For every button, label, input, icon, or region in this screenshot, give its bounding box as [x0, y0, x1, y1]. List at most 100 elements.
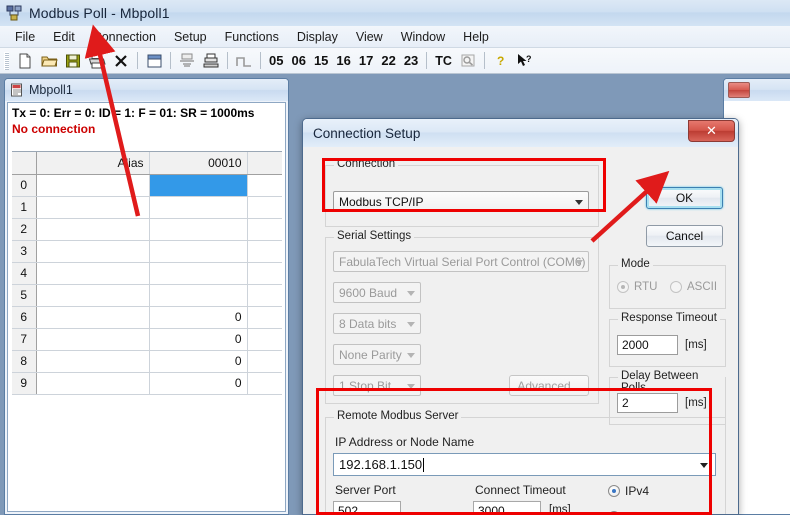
table-row[interactable]: 2 [12, 218, 282, 240]
row-index: 9 [12, 372, 36, 394]
function-code-05[interactable]: 05 [265, 53, 287, 68]
svg-text:?: ? [497, 54, 504, 68]
function-code-17[interactable]: 17 [355, 53, 377, 68]
test-center-button[interactable]: TC [431, 54, 456, 68]
table-row[interactable]: 4 [12, 262, 282, 284]
cell-value-selected[interactable] [149, 174, 247, 196]
connection-type-dropdown[interactable]: Modbus TCP/IP [333, 191, 589, 212]
toolbar-separator [170, 52, 171, 69]
chevron-down-icon[interactable] [700, 463, 708, 468]
ok-button[interactable]: OK [646, 187, 723, 209]
table-row[interactable]: 0 [12, 174, 282, 196]
mode-rtu-radio[interactable]: RTU [617, 281, 657, 293]
poll-definition-icon[interactable] [199, 50, 223, 72]
delay-between-polls-value: 2 [622, 396, 629, 410]
table-row[interactable]: 9 0 [12, 372, 282, 394]
mode-group-label: Mode [618, 258, 653, 270]
response-timeout-input[interactable]: 2000 [617, 335, 678, 355]
cell-alias[interactable] [36, 284, 149, 306]
cell-alias[interactable] [36, 372, 149, 394]
modbus-poll-window: Modbus Poll - Mbpoll1 File Edit Connecti… [0, 0, 790, 515]
baud-rate-dropdown[interactable]: 9600 Baud [333, 282, 421, 303]
print-icon[interactable] [85, 50, 109, 72]
function-code-16[interactable]: 16 [332, 53, 354, 68]
cell-value[interactable]: 0 [149, 328, 247, 350]
table-row[interactable]: 8 0 [12, 350, 282, 372]
stop-bits-dropdown[interactable]: 1 Stop Bit [333, 375, 421, 396]
cell-value[interactable]: 0 [149, 372, 247, 394]
signal-icon[interactable] [232, 50, 256, 72]
text-caret [423, 458, 424, 472]
connection-setup-dialog[interactable]: Connection Setup ✕ Connection Modbus TCP… [302, 118, 739, 515]
header-alias[interactable]: Alias [36, 152, 149, 174]
row-index: 8 [12, 350, 36, 372]
cell-value[interactable]: 0 [149, 350, 247, 372]
table-row[interactable]: 6 0 [12, 306, 282, 328]
ipv6-radio[interactable]: IPv6 [608, 510, 649, 515]
dialog-title: Connection Setup [303, 126, 420, 141]
function-code-23[interactable]: 23 [400, 53, 422, 68]
menu-window[interactable]: Window [392, 28, 454, 46]
disconnect-icon[interactable] [109, 50, 133, 72]
server-port-label: Server Port [335, 483, 396, 497]
ipv4-label: IPv4 [625, 484, 649, 498]
help-about-icon[interactable]: ? [489, 50, 513, 72]
advanced-button[interactable]: Advanced... [509, 375, 589, 396]
cell-value[interactable] [149, 240, 247, 262]
cell-value[interactable] [149, 218, 247, 240]
context-help-icon[interactable]: ? [513, 50, 537, 72]
menu-help[interactable]: Help [454, 28, 498, 46]
cell-alias[interactable] [36, 328, 149, 350]
menu-setup[interactable]: Setup [165, 28, 216, 46]
delay-between-polls-input[interactable]: 2 [617, 393, 678, 413]
function-code-06[interactable]: 06 [287, 53, 309, 68]
cancel-button[interactable]: Cancel [646, 225, 723, 247]
header-00010[interactable]: 00010 [149, 152, 247, 174]
serial-port-dropdown[interactable]: FabulaTech Virtual Serial Port Control (… [333, 251, 589, 272]
cell-alias[interactable] [36, 350, 149, 372]
ip-address-input[interactable]: 192.168.1.150 [333, 453, 716, 476]
menu-functions[interactable]: Functions [216, 28, 288, 46]
table-row[interactable]: 5 [12, 284, 282, 306]
cell-alias[interactable] [36, 262, 149, 284]
menu-connection[interactable]: Connection [84, 28, 165, 46]
cell-alias[interactable] [36, 240, 149, 262]
row-index: 6 [12, 306, 36, 328]
cell-alias[interactable] [36, 306, 149, 328]
new-file-icon[interactable] [13, 50, 37, 72]
table-row[interactable]: 1 [12, 196, 282, 218]
ipv4-radio[interactable]: IPv4 [608, 484, 649, 498]
menu-file[interactable]: File [6, 28, 44, 46]
register-grid[interactable]: Alias 00010 0 [12, 151, 282, 508]
save-file-icon[interactable] [61, 50, 85, 72]
row-index: 0 [12, 174, 36, 196]
toolbar-grip[interactable] [4, 52, 9, 70]
cell-alias[interactable] [36, 174, 149, 196]
cell-alias[interactable] [36, 218, 149, 240]
connect-timeout-input[interactable]: 3000 [473, 501, 541, 515]
cell-alias[interactable] [36, 196, 149, 218]
function-code-22[interactable]: 22 [377, 53, 399, 68]
server-port-input[interactable]: 502 [333, 501, 401, 515]
table-row[interactable]: 3 [12, 240, 282, 262]
cell-value[interactable]: 0 [149, 306, 247, 328]
mdi-child-window-mbpoll1[interactable]: Mbpoll1 Tx = 0: Err = 0: ID = 1: F = 01:… [4, 78, 289, 515]
cell-value[interactable] [149, 196, 247, 218]
mode-ascii-radio[interactable]: ASCII [670, 281, 717, 293]
cell-value[interactable] [149, 284, 247, 306]
data-bits-dropdown[interactable]: 8 Data bits [333, 313, 421, 334]
cell-value[interactable] [149, 262, 247, 284]
open-file-icon[interactable] [37, 50, 61, 72]
menu-view[interactable]: View [347, 28, 392, 46]
menu-display[interactable]: Display [288, 28, 347, 46]
parity-dropdown[interactable]: None Parity [333, 344, 421, 365]
close-icon[interactable] [728, 82, 750, 98]
read-write-definition-icon[interactable] [175, 50, 199, 72]
function-code-15[interactable]: 15 [310, 53, 332, 68]
new-window-icon[interactable] [142, 50, 166, 72]
close-icon[interactable]: ✕ [688, 120, 735, 142]
table-row[interactable]: 7 0 [12, 328, 282, 350]
menu-edit[interactable]: Edit [44, 28, 84, 46]
table-body: 0 1 2 [12, 174, 282, 394]
test-center-icon[interactable] [456, 50, 480, 72]
